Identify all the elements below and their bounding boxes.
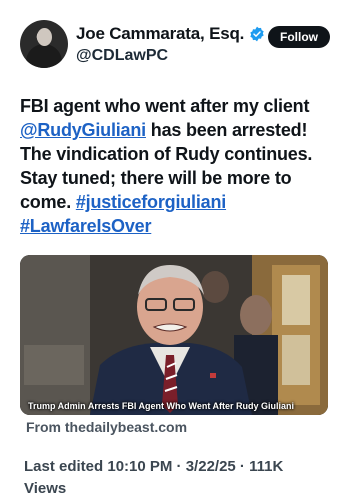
mention-link[interactable]: @RudyGiuliani	[20, 120, 146, 140]
hashtag-link-2[interactable]: #LawfareIsOver	[20, 216, 151, 236]
meta-separator: ·	[235, 458, 250, 475]
views-label: Views	[24, 480, 67, 497]
follow-button[interactable]: Follow	[268, 26, 330, 48]
hashtag-link-1[interactable]: #justiceforgiuliani	[76, 192, 226, 212]
card-image	[20, 255, 328, 415]
tweet-meta: Last edited 10:10 PM · 3/22/25 · 111K Vie…	[24, 456, 324, 500]
card-caption: Trump Admin Arrests FBI Agent Who Went A…	[28, 401, 295, 411]
link-card[interactable]: Trump Admin Arrests FBI Agent Who Went A…	[20, 255, 328, 415]
tweet-text: FBI agent who went after my client @Rudy…	[20, 94, 332, 238]
verified-badge-icon	[250, 26, 264, 42]
tweet-header: Joe Cammarata, Esq. @CDLawPC Follow	[20, 18, 330, 74]
edited-timestamp[interactable]: Last edited 10:10 PM · 3/22/25	[24, 458, 236, 475]
card-source[interactable]: From thedailybeast.com	[26, 419, 187, 435]
author-avatar[interactable]	[20, 20, 68, 68]
author-handle[interactable]: @CDLawPC	[76, 47, 265, 65]
author-names: Joe Cammarata, Esq. @CDLawPC	[76, 24, 265, 65]
author-display-name[interactable]: Joe Cammarata, Esq.	[76, 24, 244, 44]
avatar-head	[37, 28, 52, 46]
avatar-body	[26, 44, 62, 68]
display-name-row: Joe Cammarata, Esq.	[76, 24, 265, 44]
tweet-text-part1: FBI agent who went after my client	[20, 96, 310, 116]
views-count: 111K	[249, 458, 284, 475]
